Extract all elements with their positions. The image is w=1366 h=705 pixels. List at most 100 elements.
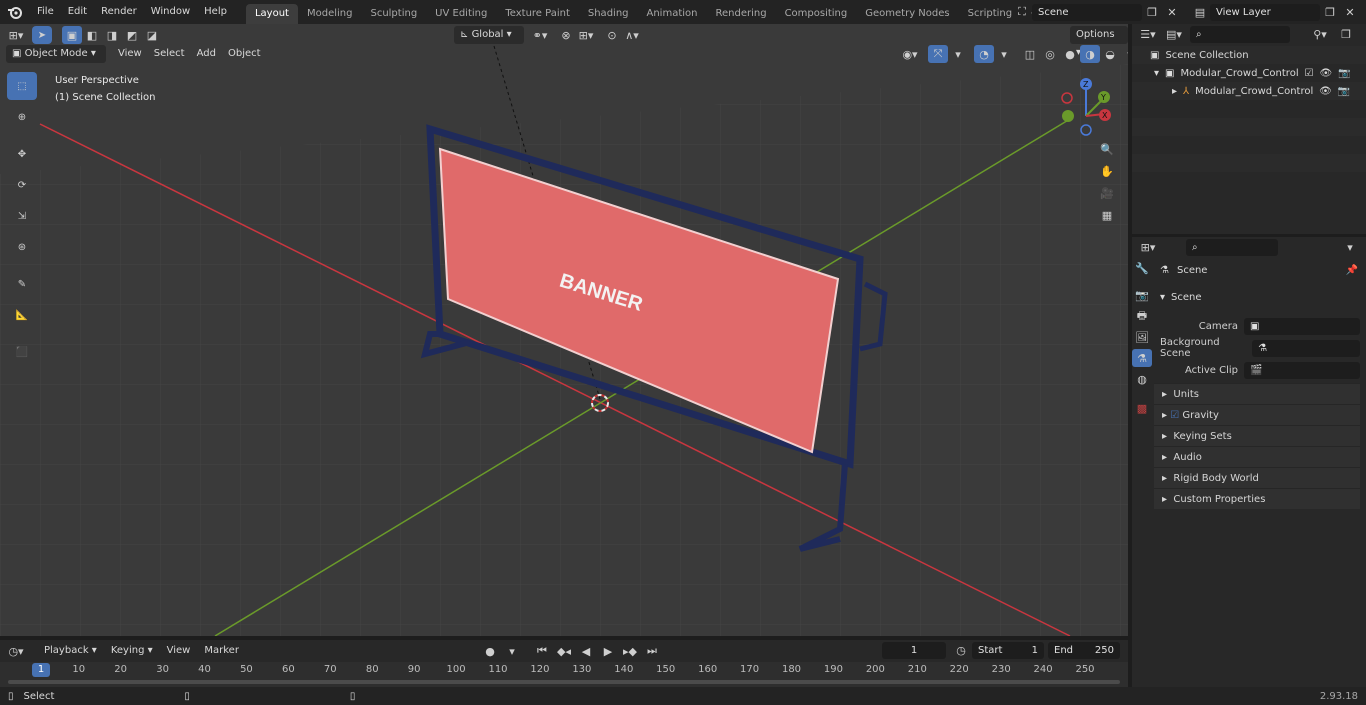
options-dropdown[interactable]: Options ▾ bbox=[1070, 26, 1128, 58]
background-scene-field[interactable]: ⚗ bbox=[1252, 339, 1360, 357]
timeline-menu-view[interactable]: View bbox=[161, 642, 197, 660]
zoom-icon[interactable]: 🔍 bbox=[1097, 140, 1117, 158]
scene-tab-icon[interactable]: ⚗ bbox=[1132, 349, 1152, 367]
render-tab-icon[interactable]: 📷 bbox=[1132, 286, 1152, 304]
properties-editor-type-icon[interactable]: ⊞▾ bbox=[1138, 238, 1158, 256]
add-cube-tool-icon[interactable]: ⬛ bbox=[7, 338, 37, 366]
menu-file[interactable]: File bbox=[30, 0, 61, 24]
outliner-search-input[interactable]: ⌕ bbox=[1190, 25, 1290, 43]
transform-orientation-select[interactable]: ⊾ Global ▾ bbox=[454, 26, 524, 44]
new-view-layer-icon[interactable]: ❐ bbox=[1320, 3, 1340, 21]
pan-hand-icon[interactable]: ✋ bbox=[1097, 162, 1117, 180]
scale-tool-icon[interactable]: ⇲ bbox=[7, 202, 37, 230]
current-frame-field[interactable]: 1 bbox=[882, 642, 946, 659]
delete-scene-icon[interactable]: ✕ bbox=[1162, 3, 1182, 21]
output-tab-icon[interactable]: 🖶 bbox=[1132, 307, 1152, 325]
outliner-editor-type-icon[interactable]: ☰▾ bbox=[1138, 25, 1158, 43]
rendered-shading-icon[interactable]: ◒ bbox=[1100, 45, 1120, 63]
tab-shading[interactable]: Shading bbox=[579, 4, 638, 24]
menu-render[interactable]: Render bbox=[94, 0, 144, 24]
timeline-menu-keying[interactable]: Keying ▾ bbox=[105, 642, 159, 660]
overlay-dropdown-icon[interactable]: ▾ bbox=[994, 45, 1014, 63]
select-box-tool-icon[interactable]: ⬚ bbox=[7, 72, 37, 100]
proportional-edit-icon[interactable]: ⊙ bbox=[602, 26, 622, 44]
display-mode-icon[interactable]: ▤▾ bbox=[1164, 25, 1184, 43]
panel-audio[interactable]: ▸ Audio bbox=[1154, 446, 1360, 467]
snap-target-icon[interactable]: ⊞▾ bbox=[576, 26, 596, 44]
view-layer-selector-icon[interactable]: ▤ bbox=[1190, 3, 1210, 21]
menu-window[interactable]: Window bbox=[144, 0, 197, 24]
next-keyframe-icon[interactable]: ▸◆ bbox=[620, 642, 640, 660]
select-intersect-icon[interactable]: ◪ bbox=[142, 26, 162, 44]
tab-modeling[interactable]: Modeling bbox=[298, 4, 362, 24]
outliner-item-object[interactable]: ▸ ⅄ Modular_Crowd_Control_ 👁 📷 bbox=[1132, 82, 1366, 100]
viewport-menu-view[interactable]: View bbox=[112, 45, 148, 63]
camera-view-icon[interactable]: 🎥 bbox=[1097, 184, 1117, 202]
editor-type-icon[interactable]: ⊞▾ bbox=[6, 26, 26, 44]
select-invert-icon[interactable]: ◩ bbox=[122, 26, 142, 44]
timeline-scrollbar[interactable] bbox=[8, 680, 1120, 684]
view-layer-field[interactable]: View Layer bbox=[1210, 3, 1320, 21]
xray-icon[interactable]: ◫ bbox=[1020, 45, 1040, 63]
panel-gravity[interactable]: ▸ ☑ Gravity bbox=[1154, 404, 1360, 425]
play-reverse-icon[interactable]: ◀ bbox=[576, 642, 596, 660]
delete-view-layer-icon[interactable]: ✕ bbox=[1340, 3, 1360, 21]
panel-rigid-body-world[interactable]: ▸ Rigid Body World bbox=[1154, 467, 1360, 488]
prev-keyframe-icon[interactable]: ◆◂ bbox=[554, 642, 574, 660]
expand-arrow-icon[interactable]: ▾ bbox=[1154, 68, 1159, 79]
cursor-tool-icon[interactable]: ⊕ bbox=[7, 103, 37, 131]
eye-icon[interactable]: 👁 bbox=[1319, 86, 1332, 97]
jump-end-icon[interactable]: ⏭ bbox=[642, 642, 662, 660]
tab-animation[interactable]: Animation bbox=[638, 4, 707, 24]
tab-compositing[interactable]: Compositing bbox=[776, 4, 857, 24]
menu-edit[interactable]: Edit bbox=[61, 0, 94, 24]
timeline-ruler[interactable]: 1 10 20 30 40 50 60 70 80 90 100 110 120 130 140 150 160… bbox=[0, 662, 1128, 687]
tab-geometry-nodes[interactable]: Geometry Nodes bbox=[856, 4, 958, 24]
end-frame-field[interactable]: End 250 bbox=[1048, 642, 1120, 659]
jump-start-icon[interactable]: ⏮ bbox=[532, 642, 552, 660]
viewport-menu-add[interactable]: Add bbox=[191, 45, 222, 63]
view-layer-tab-icon[interactable]: 🖼 bbox=[1132, 328, 1152, 346]
wireframe-shading-icon[interactable]: ◎ bbox=[1040, 45, 1060, 63]
camera-icon[interactable]: 📷 bbox=[1338, 68, 1350, 79]
navigation-gizmo[interactable]: Z Y X bbox=[1056, 76, 1120, 140]
tab-rendering[interactable]: Rendering bbox=[706, 4, 775, 24]
mode-select[interactable]: ▣ Object Mode ▾ bbox=[6, 45, 106, 63]
start-frame-field[interactable]: Start 1 bbox=[972, 642, 1044, 659]
annotate-tool-icon[interactable]: ✎ bbox=[7, 270, 37, 298]
transform-tool-icon[interactable]: ⊛ bbox=[7, 233, 37, 261]
viewport-menu-select[interactable]: Select bbox=[148, 45, 191, 63]
record-icon[interactable]: ● bbox=[480, 642, 500, 660]
select-extend-icon[interactable]: ◧ bbox=[82, 26, 102, 44]
tab-sculpting[interactable]: Sculpting bbox=[361, 4, 426, 24]
falloff-icon[interactable]: ∧▾ bbox=[622, 26, 642, 44]
active-clip-field[interactable]: 🎬 bbox=[1244, 361, 1360, 379]
scene-selector-icon[interactable]: ⛶ bbox=[1012, 3, 1032, 21]
panel-units[interactable]: ▸ Units bbox=[1154, 383, 1360, 404]
new-scene-icon[interactable]: ❐ bbox=[1142, 3, 1162, 21]
rotate-tool-icon[interactable]: ⟳ bbox=[7, 171, 37, 199]
tool-tab-icon[interactable]: 🔧 bbox=[1132, 259, 1152, 277]
eye-icon[interactable]: 👁 bbox=[1319, 68, 1332, 79]
gravity-checkbox-icon[interactable]: ☑ bbox=[1170, 410, 1179, 421]
measure-tool-icon[interactable]: 📐 bbox=[7, 301, 37, 329]
tab-texture-paint[interactable]: Texture Paint bbox=[496, 4, 579, 24]
material-shading-icon[interactable]: ◑ bbox=[1080, 45, 1100, 63]
select-new-icon[interactable]: ▣ bbox=[62, 26, 82, 44]
camera-icon[interactable]: 📷 bbox=[1338, 86, 1350, 97]
timeline-menu-playback[interactable]: Playback ▾ bbox=[38, 642, 103, 660]
preview-range-icon[interactable]: ◷ bbox=[951, 641, 971, 659]
solid-shading-icon[interactable]: ● bbox=[1060, 45, 1080, 63]
select-tool-header-icon[interactable]: ➤ bbox=[32, 26, 52, 44]
blender-logo-icon[interactable] bbox=[0, 3, 30, 21]
new-collection-icon[interactable]: ❐ bbox=[1336, 25, 1356, 43]
scene-section-header[interactable]: ▾ Scene bbox=[1160, 292, 1360, 303]
ortho-grid-icon[interactable]: ▦ bbox=[1097, 206, 1117, 224]
tab-uv-editing[interactable]: UV Editing bbox=[426, 4, 496, 24]
properties-search-input[interactable]: ⌕ bbox=[1186, 238, 1278, 256]
shading-dropdown-icon[interactable]: ▾ bbox=[1120, 45, 1128, 63]
panel-keying-sets[interactable]: ▸ Keying Sets bbox=[1154, 425, 1360, 446]
gizmo-toggle-icon[interactable]: ⤧ bbox=[928, 45, 948, 63]
pivot-point-icon[interactable]: ⚭▾ bbox=[530, 26, 550, 44]
panel-custom-properties[interactable]: ▸ Custom Properties bbox=[1154, 488, 1360, 509]
